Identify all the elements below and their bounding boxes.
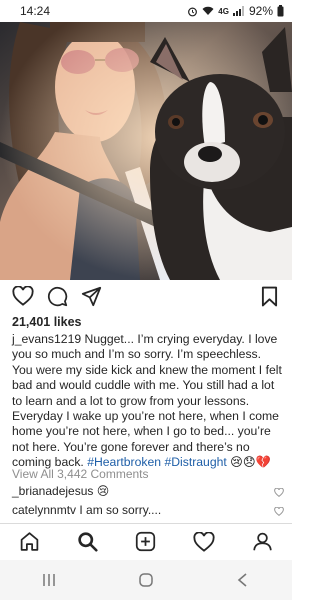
likes-count[interactable]: 21,401 likes xyxy=(12,315,82,329)
post-actions xyxy=(0,282,292,310)
battery-level: 92% xyxy=(248,4,273,18)
comment-username[interactable]: _brianadejesus xyxy=(12,484,93,498)
back-icon[interactable] xyxy=(233,570,253,590)
status-icons: 4G 92% xyxy=(187,4,284,18)
battery-icon xyxy=(277,5,284,17)
alarm-icon xyxy=(187,6,198,17)
profile-icon[interactable] xyxy=(251,530,275,554)
view-all-comments-link[interactable]: View All 3,442 Comments xyxy=(12,467,149,481)
comment-text: I am so sorry.... xyxy=(76,503,162,517)
activity-icon[interactable] xyxy=(192,530,216,554)
caption-emoji: 😢😞💔 xyxy=(230,455,271,470)
add-icon[interactable] xyxy=(134,530,158,554)
hashtag-distraught[interactable]: #Distraught xyxy=(164,455,226,469)
comment-text: 😢 xyxy=(93,484,110,498)
caption-text: Nugget... I’m crying everyday. I love yo… xyxy=(12,332,282,470)
comment-row: catelynnmtv I am so sorry.... xyxy=(12,503,284,517)
comment-like-heart-icon[interactable] xyxy=(274,486,284,498)
comment-username[interactable]: catelynnmtv xyxy=(12,503,76,517)
system-navigation-bar xyxy=(0,560,292,600)
recent-apps-icon[interactable] xyxy=(39,570,59,590)
comment-icon[interactable] xyxy=(46,285,68,307)
bookmark-icon[interactable] xyxy=(258,285,280,307)
bottom-navigation xyxy=(0,523,292,559)
post-caption: j_evans1219 Nugget... I’m crying everyda… xyxy=(12,332,284,471)
status-bar: 14:24 4G 92% xyxy=(0,0,292,22)
status-time: 14:24 xyxy=(20,4,51,18)
comment-row: _brianadejesus 😢 xyxy=(12,484,284,498)
caption-username[interactable]: j_evans1219 xyxy=(12,332,81,346)
comment-like-heart-icon[interactable] xyxy=(274,505,284,517)
home-icon[interactable] xyxy=(17,530,41,554)
wifi-icon xyxy=(202,6,214,16)
post-photo[interactable] xyxy=(0,22,292,280)
signal-icon xyxy=(232,6,245,16)
heart-icon[interactable] xyxy=(12,285,34,307)
network-label: 4G xyxy=(218,6,229,16)
home-button-icon[interactable] xyxy=(136,570,156,590)
send-icon[interactable] xyxy=(80,285,102,307)
search-icon[interactable] xyxy=(76,530,100,554)
